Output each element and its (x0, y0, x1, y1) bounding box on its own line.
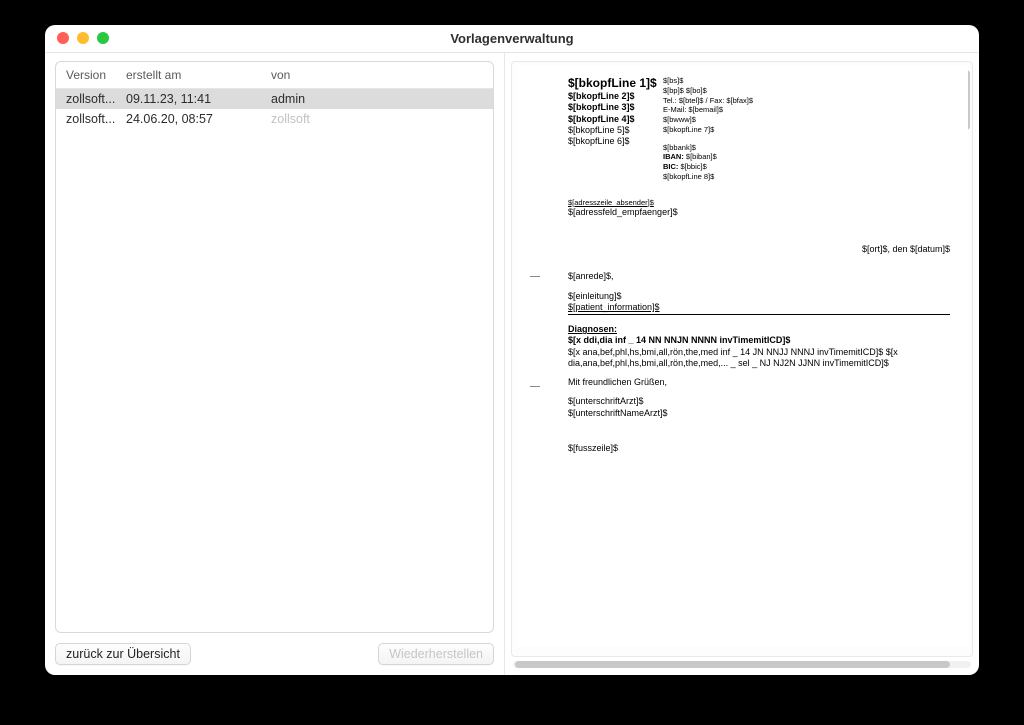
letterhead-line: $[bkopfLine 1]$ (568, 76, 663, 91)
letterhead-left: $[bkopfLine 1]$$[bkopfLine 2]$$[bkopfLin… (568, 76, 663, 182)
hscroll-track (513, 661, 971, 668)
closing: Mit freundlichen Grüßen, (568, 377, 950, 388)
recipient-field: $[adressfeld_empfaenger]$ (568, 207, 950, 218)
letterhead-line: $[bkopfLine 6]$ (568, 136, 663, 147)
hscroll-thumb[interactable] (515, 661, 950, 668)
horizontal-scrollbar[interactable] (511, 657, 973, 669)
col-created[interactable]: erstellt am (126, 68, 271, 82)
col-version[interactable]: Version (66, 68, 126, 82)
minimize-icon[interactable] (77, 32, 89, 44)
zoom-icon[interactable] (97, 32, 109, 44)
intro-line: $[einleitung]$ (568, 291, 950, 302)
cell-version: zollsoft... (66, 112, 126, 126)
letterhead-line: $[bkopfLine 4]$ (568, 114, 663, 125)
cell-by: admin (271, 92, 483, 106)
document-page: $[bkopfLine 1]$$[bkopfLine 2]$$[bkopfLin… (516, 66, 968, 646)
separator-line (568, 314, 950, 315)
date-line: $[ort]$, den $[datum]$ (568, 244, 950, 255)
fold-mark-icon (530, 386, 540, 387)
letterhead-line: $[bwww]$ (663, 115, 950, 125)
list-body: zollsoft...09.11.23, 11:41adminzollsoft.… (56, 89, 493, 632)
back-button[interactable]: zurück zur Übersicht (55, 643, 191, 665)
letterhead: $[bkopfLine 1]$$[bkopfLine 2]$$[bkopfLin… (568, 76, 950, 182)
list-header: Version erstellt am von (56, 62, 493, 89)
content: Version erstellt am von zollsoft...09.11… (45, 53, 979, 675)
left-pane: Version erstellt am von zollsoft...09.11… (45, 53, 505, 675)
restore-button[interactable]: Wiederherstellen (378, 643, 494, 665)
letterhead-line: $[bp]$ $[bo]$ (663, 86, 950, 96)
signature-line: $[unterschriftArzt]$ (568, 396, 950, 407)
letterhead-line: $[bkopfLine 5]$ (568, 125, 663, 136)
letterhead-line: $[bs]$ (663, 76, 950, 86)
cell-version: zollsoft... (66, 92, 126, 106)
table-row[interactable]: zollsoft...24.06.20, 08:57zollsoft (56, 109, 493, 129)
letterhead-line: $[bbank]$ (663, 143, 950, 153)
patient-info-line: $[patient_information]$ (568, 302, 950, 313)
button-row: zurück zur Übersicht Wiederherstellen (55, 643, 494, 665)
window-title: Vorlagenverwaltung (450, 31, 573, 46)
diagnoses-heading: Diagnosen: (568, 324, 950, 335)
letterhead-line: Tel.: $[btel]$ / Fax: $[bfax]$ (663, 96, 950, 106)
diagnoses-line: $[x ddi,dia inf _ 14 NN NNJN NNNN invTim… (568, 335, 950, 346)
cell-created: 09.11.23, 11:41 (126, 92, 271, 106)
salutation: $[anrede]$, (568, 271, 950, 282)
letterhead-line: $[bkopfLine 2]$ (568, 91, 663, 102)
preview-scroll[interactable]: $[bkopfLine 1]$$[bkopfLine 2]$$[bkopfLin… (511, 61, 973, 657)
cell-by: zollsoft (271, 112, 483, 126)
letterhead-line: $[bkopfLine 7]$ (663, 125, 950, 135)
traffic-lights (57, 32, 109, 44)
letterhead-line: $[bkopfLine 3]$ (568, 102, 663, 113)
footer-line: $[fusszeile]$ (568, 443, 950, 454)
table-row[interactable]: zollsoft...09.11.23, 11:41admin (56, 89, 493, 109)
letterhead-line: BIC: $[bbic]$ (663, 162, 950, 172)
letterhead-line: E-Mail: $[bemail]$ (663, 105, 950, 115)
close-icon[interactable] (57, 32, 69, 44)
right-pane: $[bkopfLine 1]$$[bkopfLine 2]$$[bkopfLin… (505, 53, 979, 675)
version-list: Version erstellt am von zollsoft...09.11… (55, 61, 494, 633)
window: Vorlagenverwaltung Version erstellt am v… (45, 25, 979, 675)
letterhead-line: $[bkopfLine 8]$ (663, 172, 950, 182)
fold-mark-icon (530, 276, 540, 277)
titlebar: Vorlagenverwaltung (45, 25, 979, 53)
diagnoses-line: $[x ana,bef,phl,hs,bmi,all,rön,the,med i… (568, 347, 950, 370)
col-by[interactable]: von (271, 68, 483, 82)
signature-name: $[unterschriftNameArzt]$ (568, 408, 950, 419)
letterhead-right: $[bs]$$[bp]$ $[bo]$Tel.: $[btel]$ / Fax:… (663, 76, 950, 182)
cell-created: 24.06.20, 08:57 (126, 112, 271, 126)
sender-line: $[adresszeile_absender]$ (568, 198, 950, 207)
letterhead-line: IBAN: $[biban]$ (663, 152, 950, 162)
